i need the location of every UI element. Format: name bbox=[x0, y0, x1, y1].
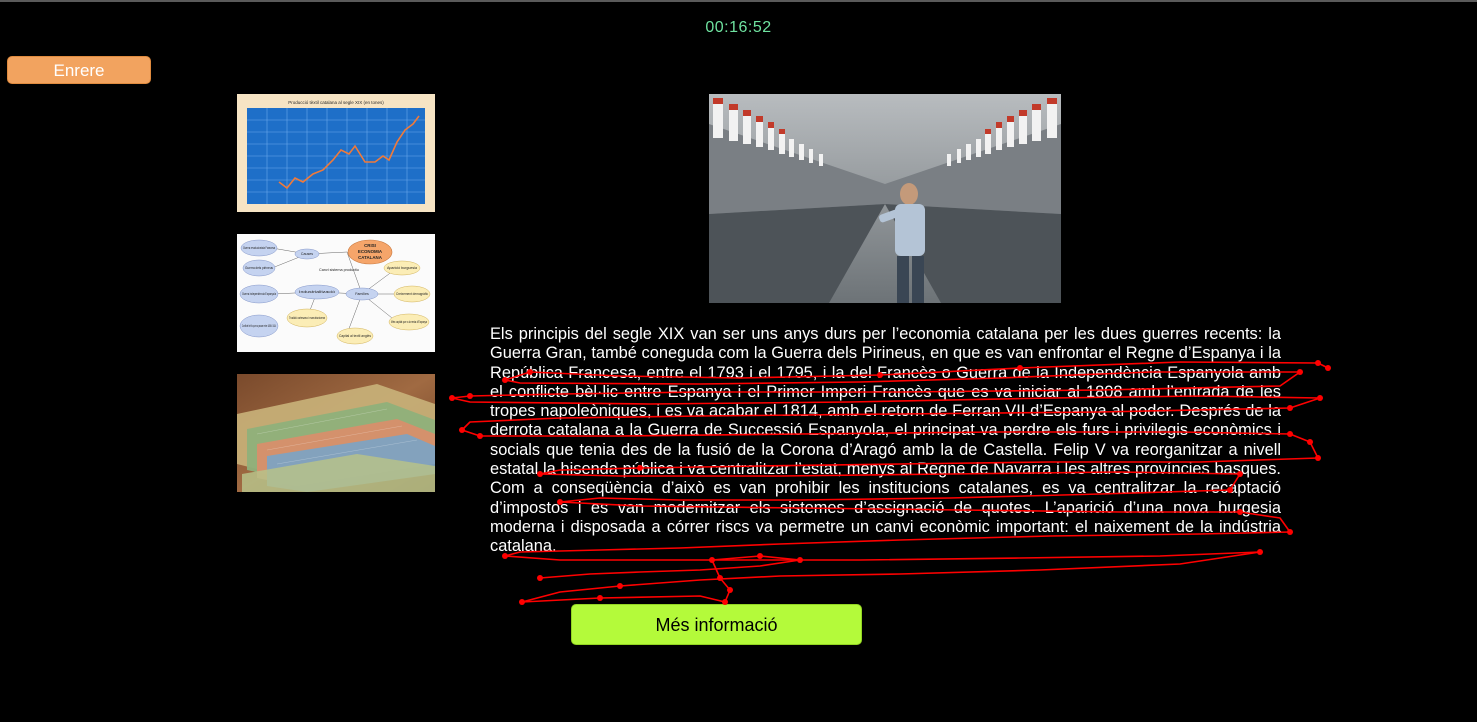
banknotes-photo bbox=[237, 374, 435, 492]
diagram-node-left-3: Guerra independència Espanyola bbox=[242, 292, 276, 296]
diagram-node-industrialitzacio: Industrialització bbox=[299, 290, 335, 294]
factory-photo-image bbox=[709, 94, 1061, 303]
chart-thumbnail-image: Producció tèxtil catalana al segle XIX (… bbox=[237, 94, 435, 212]
thumbnail-euro-banknotes[interactable] bbox=[237, 374, 435, 492]
diagram-node-canvi: Canvi sistema productiu bbox=[319, 268, 359, 272]
chart-thumbnail-title: Producció tèxtil catalana al segle XIX (… bbox=[288, 100, 384, 105]
diagram-node-tradicio: Tradició artesana i manufacturera bbox=[289, 316, 325, 320]
page: 00:16:52 Enrere Producció tèxtil catalan… bbox=[0, 0, 1477, 722]
diagram-node-burgesia: Aparició burguesia bbox=[387, 266, 417, 270]
session-timer: 00:16:52 bbox=[705, 19, 772, 36]
article-text: Els principis del segle XIX van ser uns … bbox=[490, 325, 1281, 556]
diagram-node-left-1: Guerra revolucionària Francesa bbox=[243, 246, 275, 250]
thumbnail-textile-chart[interactable]: Producció tèxtil catalana al segle XIX (… bbox=[237, 94, 435, 212]
thumbnail-economic-diagram[interactable]: CRISI ECONOMIA CATALANA Guerra revolucio… bbox=[237, 234, 435, 352]
diagram-center-line-2: ECONOMIA bbox=[358, 249, 383, 254]
more-info-button[interactable]: Més informació bbox=[571, 604, 862, 645]
diagram-node-left-4: Conflicte bèl·lic que va passar entre 18… bbox=[242, 324, 276, 328]
top-border bbox=[0, 0, 1477, 2]
diagram-thumbnail-image: CRISI ECONOMIA CATALANA Guerra revolucio… bbox=[237, 234, 435, 352]
diagram-center-line-1: CRISI bbox=[364, 243, 376, 248]
diagram-node-capital-angles: Capital al textil anglès bbox=[339, 334, 371, 338]
diagram-node-left-2: Guerra dels pirineus bbox=[245, 266, 273, 270]
textile-factory-photo bbox=[709, 94, 1061, 303]
back-button[interactable]: Enrere bbox=[7, 56, 151, 84]
diagram-node-mes-capital: Més capital que a la resta d'Espanya bbox=[391, 320, 427, 324]
diagram-node-causes: Causes bbox=[301, 252, 313, 256]
diagram-node-families: Famílies bbox=[355, 292, 369, 296]
diagram-center-line-3: CATALANA bbox=[358, 255, 383, 260]
diagram-node-demografic: Creixement demogràfic bbox=[396, 292, 428, 296]
